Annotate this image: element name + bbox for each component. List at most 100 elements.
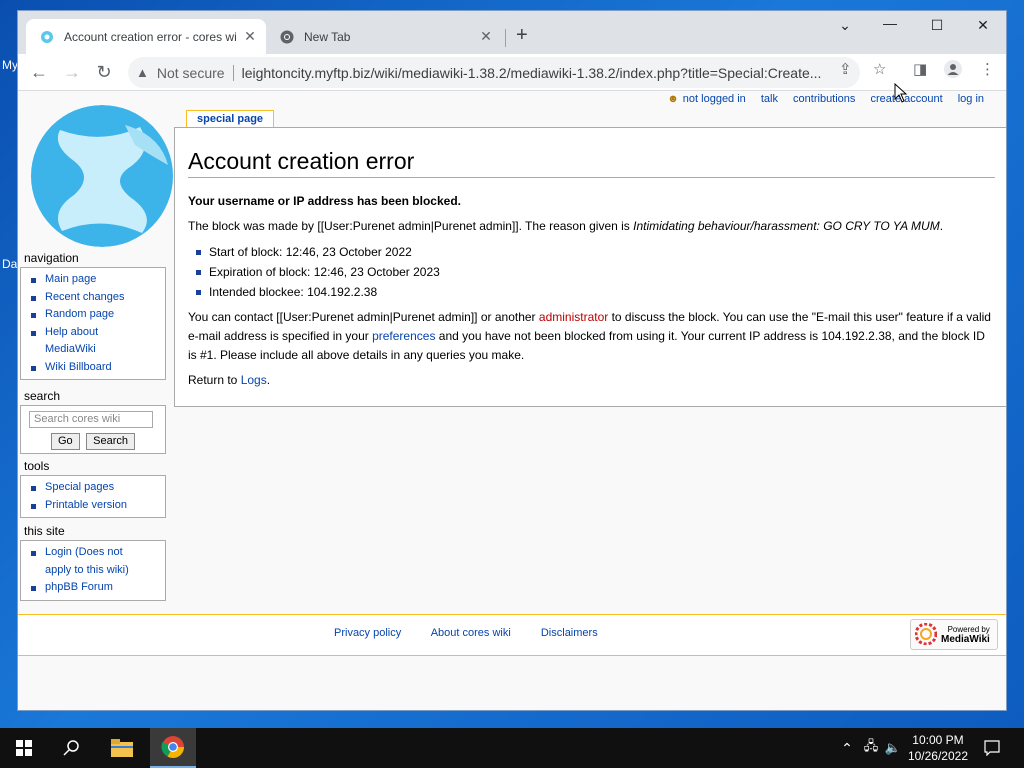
mouse-cursor-icon — [894, 82, 908, 108]
block-details: Start of block: 12:46, 23 October 2022 E… — [196, 242, 995, 302]
sidebar-item-printable-version[interactable]: Printable version — [27, 497, 161, 515]
sidebar-item-login[interactable]: apply to this wiki) — [27, 562, 161, 580]
powered-by-mediawiki-badge[interactable]: Powered by MediaWiki — [910, 619, 998, 650]
content-area: Account creation error Your username or … — [174, 127, 1006, 407]
portlet-body: Search cores wiki Go Search — [20, 405, 166, 454]
reload-icon[interactable]: ↻ — [91, 60, 117, 86]
wiki-favicon-icon — [40, 30, 54, 44]
tab-search-icon[interactable]: ⌄ — [825, 17, 865, 34]
tab-title: Account creation error - cores wi — [64, 29, 237, 44]
mediawiki-flower-icon — [914, 622, 938, 647]
sidebar-item-random-page[interactable]: Random page — [27, 306, 161, 324]
wiki-page: ☻ not logged in talk contributions create… — [18, 91, 1006, 710]
taskbar: ⌃ 🖧 🔈 10:00 PM 10/26/2022 — [0, 728, 1024, 768]
sidebar-item-special-pages[interactable]: Special pages — [27, 479, 161, 497]
browser-toolbar: ← → ↻ ▲ Not secure leightoncity.myftp.bi… — [18, 54, 1006, 91]
portlet-heading: tools — [24, 459, 50, 473]
system-clock[interactable]: 10:00 PM 10/26/2022 — [908, 732, 968, 764]
profile-icon[interactable] — [944, 60, 962, 82]
browser-window: Account creation error - cores wi ✕ New … — [17, 10, 1007, 711]
portlet-body: Login (Does not apply to this wiki) phpB… — [20, 540, 166, 601]
log-in-link[interactable]: log in — [958, 93, 984, 105]
search-portlet: search Search cores wiki Go Search — [20, 389, 166, 454]
minimize-icon[interactable]: — — [870, 15, 910, 31]
start-windows-icon[interactable] — [4, 728, 44, 768]
chrome-icon — [280, 30, 294, 44]
sidebar-item-help[interactable]: MediaWiki — [27, 341, 161, 359]
list-item: Expiration of block: 12:46, 23 October 2… — [196, 262, 995, 282]
sidebar-item-phpbb-forum[interactable]: phpBB Forum — [27, 579, 161, 597]
tab-title: New Tab — [304, 29, 351, 44]
privacy-policy-link[interactable]: Privacy policy — [334, 627, 401, 639]
footer-links: Privacy policy About cores wiki Disclaim… — [334, 627, 625, 639]
disclaimers-link[interactable]: Disclaimers — [541, 627, 598, 639]
personal-tools: ☻ not logged in talk contributions create… — [667, 93, 984, 105]
talk-link[interactable]: talk — [761, 93, 778, 105]
clock-date: 10/26/2022 — [907, 749, 968, 763]
forward-icon[interactable]: → — [59, 60, 85, 86]
desktop-icon-label[interactable]: Da — [2, 257, 17, 271]
list-item: Start of block: 12:46, 23 October 2022 — [196, 242, 995, 262]
about-link[interactable]: About cores wiki — [431, 627, 511, 639]
go-button[interactable]: Go — [51, 433, 80, 450]
mediawiki-label: MediaWiki — [941, 633, 990, 645]
sidebar-item-main-page[interactable]: Main page — [27, 271, 161, 289]
clock-time: 10:00 PM — [912, 733, 964, 747]
wiki-logo[interactable] — [30, 105, 174, 247]
tab-separator — [505, 29, 506, 47]
address-bar[interactable]: ▲ Not secure leightoncity.myftp.biz/wiki… — [128, 57, 860, 88]
portlet-heading: this site — [24, 524, 65, 538]
block-info: The block was made by [[User:Purenet adm… — [188, 219, 944, 233]
sidebar-item-login[interactable]: Login (Does not — [27, 544, 161, 562]
footer: Privacy policy About cores wiki Disclaim… — [18, 614, 1006, 656]
close-window-icon[interactable]: ✕ — [963, 17, 1003, 34]
tab-strip: Account creation error - cores wi ✕ New … — [18, 11, 1006, 54]
portlet-heading: navigation — [24, 251, 79, 265]
contact-info: You can contact [[User:Purenet admin|Pur… — [188, 310, 991, 362]
security-status[interactable]: Not secure — [157, 65, 225, 81]
close-tab-icon[interactable]: ✕ — [240, 28, 260, 45]
notification-icon[interactable] — [980, 728, 1004, 768]
desktop-icon-label[interactable]: My — [2, 58, 18, 72]
sidebar-item-recent-changes[interactable]: Recent changes — [27, 289, 161, 307]
tab-new-tab[interactable]: New Tab ✕ — [270, 19, 502, 54]
back-icon[interactable]: ← — [26, 60, 52, 86]
bookmark-star-icon[interactable]: ☆ — [873, 60, 886, 78]
administrator-link[interactable]: administrator — [539, 310, 608, 324]
side-panel-icon[interactable]: ◨ — [913, 60, 927, 78]
chevron-up-icon[interactable]: ⌃ — [838, 728, 856, 768]
network-icon[interactable]: 🖧 — [862, 728, 880, 768]
tab-account-creation-error[interactable]: Account creation error - cores wi ✕ — [26, 19, 266, 54]
user-icon: ☻ — [667, 93, 679, 105]
close-tab-icon[interactable]: ✕ — [476, 28, 496, 45]
preferences-link[interactable]: preferences — [372, 329, 435, 343]
search-button[interactable]: Search — [86, 433, 135, 450]
portlet-body: Special pages Printable version — [20, 475, 166, 518]
sidebar-item-help[interactable]: Help about — [27, 324, 161, 342]
navigation-portlet: navigation Main page Recent changes Rand… — [20, 251, 166, 380]
portlet-body: Main page Recent changes Random page Hel… — [20, 267, 166, 380]
search-icon[interactable] — [52, 728, 92, 768]
search-input[interactable]: Search cores wiki — [29, 411, 153, 428]
not-logged-in-label: not logged in — [682, 93, 746, 105]
warning-icon[interactable]: ▲ — [136, 65, 149, 80]
url-text[interactable]: leightoncity.myftp.biz/wiki/mediawiki-1.… — [242, 65, 860, 81]
logs-link[interactable]: Logs — [241, 373, 267, 387]
tab-special-page[interactable]: special page — [186, 110, 275, 128]
new-tab-icon[interactable]: + — [516, 24, 528, 47]
share-icon[interactable]: ⇪ — [839, 60, 852, 78]
contributions-link[interactable]: contributions — [793, 93, 855, 105]
page-title: Account creation error — [188, 148, 995, 178]
return-line: Return to Logs. — [188, 373, 271, 387]
separator — [232, 64, 234, 81]
this-site-portlet: this site Login (Does not apply to this … — [20, 524, 166, 601]
maximize-icon[interactable]: ☐ — [917, 17, 957, 34]
block-reason: Intimidating behaviour/harassment: GO CR… — [633, 219, 940, 233]
sidebar-item-wiki-billboard[interactable]: Wiki Billboard — [27, 359, 161, 377]
menu-kebab-icon[interactable]: ⋮ — [980, 60, 995, 78]
file-explorer-icon[interactable] — [102, 728, 142, 768]
portlet-heading: search — [24, 389, 61, 403]
blocked-message: Your username or IP address has been blo… — [188, 194, 461, 208]
volume-icon[interactable]: 🔈 — [884, 728, 902, 768]
chrome-taskbar-icon[interactable] — [150, 728, 196, 768]
